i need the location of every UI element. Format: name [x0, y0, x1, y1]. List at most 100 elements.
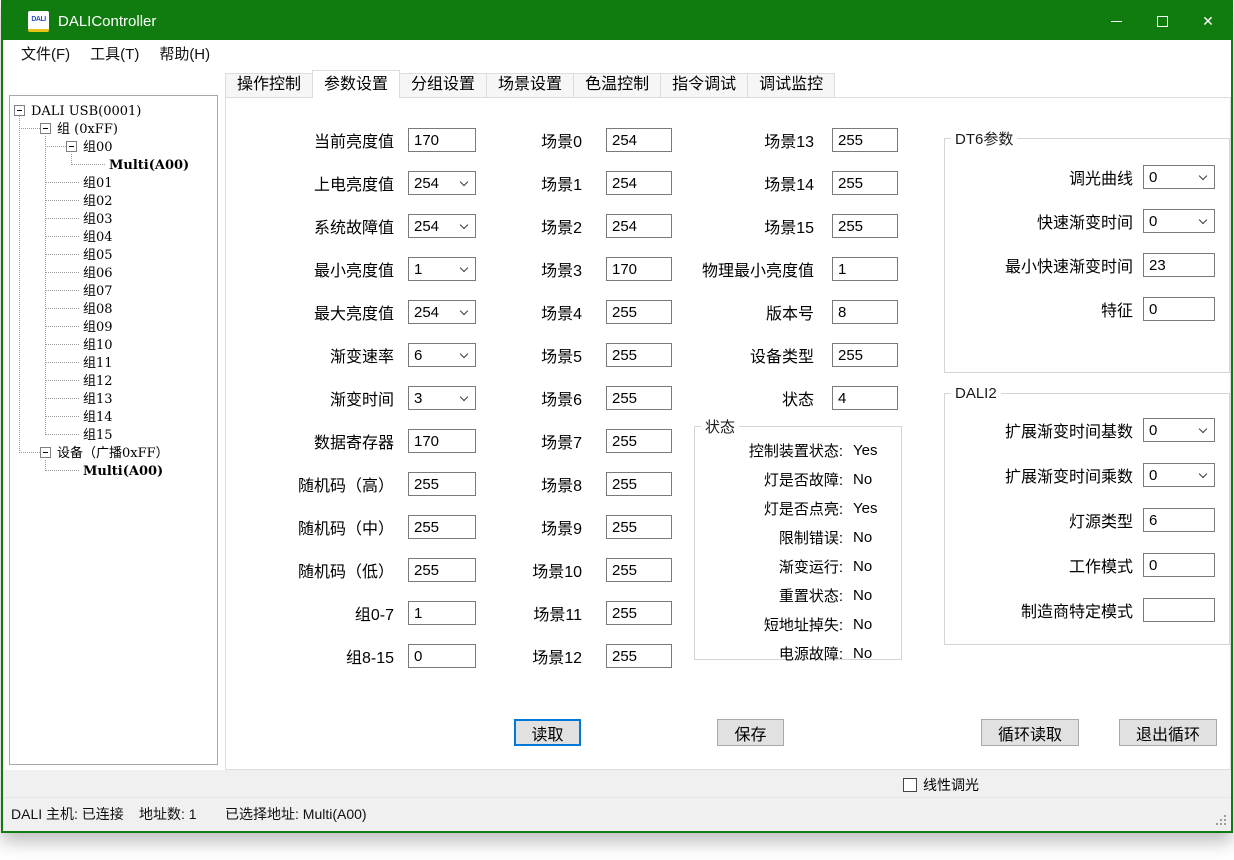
tree-item-group-00[interactable]: 组00 — [10, 138, 217, 156]
tree-item-label: 组06 — [83, 265, 113, 282]
min-level-select[interactable]: 1 — [408, 257, 476, 281]
menu-file[interactable]: 文件(F) — [11, 40, 80, 70]
current-level-input[interactable] — [408, 128, 476, 152]
scene-8-input[interactable] — [606, 472, 672, 496]
light-source-type-input[interactable] — [1143, 508, 1215, 532]
expand-toggle-icon[interactable] — [14, 105, 25, 116]
tree-item-multi-a00[interactable]: Multi(A00) — [10, 156, 217, 174]
manufacturer-specific-mode-input[interactable] — [1143, 598, 1215, 622]
random-code-low-input[interactable] — [408, 558, 476, 582]
tree-item-group-ff[interactable]: 组 (0xFF) — [10, 120, 217, 138]
extended-fade-time-base-select[interactable]: 0 — [1143, 418, 1215, 442]
scene-6-label: 场景6 — [486, 386, 582, 410]
group-8-15-input[interactable] — [408, 644, 476, 668]
scene-11-input[interactable] — [606, 601, 672, 625]
tree-item-dali-usb[interactable]: DALI USB(0001) — [10, 102, 217, 120]
random-code-mid-input[interactable] — [408, 515, 476, 539]
close-button[interactable]: ✕ — [1185, 2, 1231, 40]
operating-mode-input[interactable] — [1143, 553, 1215, 577]
feature-input[interactable] — [1143, 297, 1215, 321]
group-0-7-input[interactable] — [408, 601, 476, 625]
fade-rate-select[interactable]: 6 — [408, 343, 476, 367]
minimize-button[interactable] — [1093, 2, 1139, 40]
device-type-input[interactable] — [832, 343, 898, 367]
checkbox-box-icon[interactable] — [903, 778, 917, 792]
tab-command-debug[interactable]: 指令调试 — [660, 73, 748, 97]
dimming-curve-select[interactable]: 0 — [1143, 165, 1215, 189]
tree-item-group-12[interactable]: 组12 — [10, 372, 217, 390]
tree-item-group-11[interactable]: 组11 — [10, 354, 217, 372]
version-input[interactable] — [832, 300, 898, 324]
expand-toggle-icon[interactable] — [40, 123, 51, 134]
extended-fade-time-multiplier-select[interactable]: 0 — [1143, 463, 1215, 487]
tab-group-settings[interactable]: 分组设置 — [399, 73, 487, 97]
status-rows: 控制装置状态:Yes灯是否故障:No灯是否点亮:Yes限制错误:No渐变运行:N… — [695, 437, 901, 663]
data-register-input[interactable] — [408, 429, 476, 453]
tab-operation-control[interactable]: 操作控制 — [225, 73, 313, 97]
save-button[interactable]: 保存 — [717, 719, 784, 746]
tree-item-group-09[interactable]: 组09 — [10, 318, 217, 336]
maximize-button[interactable] — [1139, 2, 1185, 40]
tree-branch-line — [45, 200, 79, 201]
tree-item-multi-a00-broadcast[interactable]: Multi(A00) — [10, 462, 217, 480]
physical-min-level-input[interactable] — [832, 257, 898, 281]
tree-item-group-10[interactable]: 组10 — [10, 336, 217, 354]
scene-13-input[interactable] — [832, 128, 898, 152]
tree-item-group-02[interactable]: 组02 — [10, 192, 217, 210]
scene-10-input[interactable] — [606, 558, 672, 582]
expand-toggle-icon[interactable] — [66, 141, 77, 152]
scene-0-input[interactable] — [606, 128, 672, 152]
tree-item-group-06[interactable]: 组06 — [10, 264, 217, 282]
tree-item-group-08[interactable]: 组08 — [10, 300, 217, 318]
tree-item-group-14[interactable]: 组14 — [10, 408, 217, 426]
fade-time-select[interactable]: 3 — [408, 386, 476, 410]
exit-loop-button[interactable]: 退出循环 — [1119, 719, 1217, 746]
tree-item-group-13[interactable]: 组13 — [10, 390, 217, 408]
light-source-type-row: 灯源类型 — [945, 508, 1229, 532]
scene-9-input[interactable] — [606, 515, 672, 539]
tree-item-label: 组01 — [83, 175, 113, 192]
read-button[interactable]: 读取 — [514, 719, 581, 746]
tree-item-device-broadcast[interactable]: 设备（广播0xFF） — [10, 444, 217, 462]
system-failure-level-select[interactable]: 254 — [408, 214, 476, 238]
tree-item-group-01[interactable]: 组01 — [10, 174, 217, 192]
max-level-select[interactable]: 254 — [408, 300, 476, 324]
scene-6-input[interactable] — [606, 386, 672, 410]
menu-help[interactable]: 帮助(H) — [149, 40, 220, 70]
tree-item-group-04[interactable]: 组04 — [10, 228, 217, 246]
reset-state-row: 重置状态:No — [695, 586, 901, 605]
resize-grip-icon[interactable] — [1216, 815, 1228, 827]
loop-read-button[interactable]: 循环读取 — [981, 719, 1079, 746]
status-input[interactable] — [832, 386, 898, 410]
tree-item-group-03[interactable]: 组03 — [10, 210, 217, 228]
fast-fade-time-select[interactable]: 0 — [1143, 209, 1215, 233]
scene-15-input[interactable] — [832, 214, 898, 238]
scene-14-input[interactable] — [832, 171, 898, 195]
scene-12-input[interactable] — [606, 644, 672, 668]
scene-1-input[interactable] — [606, 171, 672, 195]
tree-item-group-07[interactable]: 组07 — [10, 282, 217, 300]
title-bar[interactable]: DALI DALIController ✕ — [3, 2, 1231, 40]
min-fast-fade-time-input[interactable] — [1143, 253, 1215, 277]
tab-debug-monitor[interactable]: 调试监控 — [747, 73, 835, 97]
tab-parameter-settings[interactable]: 参数设置 — [312, 70, 400, 98]
scene-3-input[interactable] — [606, 257, 672, 281]
tab-color-temp-control[interactable]: 色温控制 — [573, 73, 661, 97]
scene-7-input[interactable] — [606, 429, 672, 453]
linear-dimming-checkbox[interactable]: 线性调光 — [903, 775, 979, 795]
tree-branch-line — [45, 146, 66, 147]
scene-2-input[interactable] — [606, 214, 672, 238]
scene-4-input[interactable] — [606, 300, 672, 324]
power-on-level-select[interactable]: 254 — [408, 171, 476, 195]
device-type-row: 设备类型 — [696, 343, 898, 367]
tree-branch-line — [45, 380, 79, 381]
host-connection-status: DALI 主机: 已连接 — [11, 798, 124, 831]
chevron-down-icon — [1199, 172, 1207, 180]
tree-item-group-15[interactable]: 组15 — [10, 426, 217, 444]
expand-toggle-icon[interactable] — [40, 447, 51, 458]
tree-item-group-05[interactable]: 组05 — [10, 246, 217, 264]
random-code-high-input[interactable] — [408, 472, 476, 496]
scene-5-input[interactable] — [606, 343, 672, 367]
tab-scene-settings[interactable]: 场景设置 — [486, 73, 574, 97]
menu-tools[interactable]: 工具(T) — [80, 40, 149, 70]
